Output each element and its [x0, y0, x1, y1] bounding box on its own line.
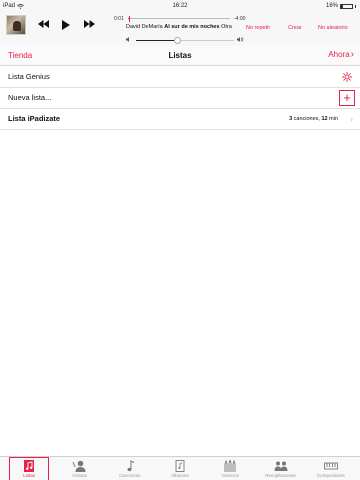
list-item-playlist[interactable]: Lista iPadizate 3 canciones, 12 min ›: [0, 109, 360, 130]
list-item-label: Lista Genius: [8, 72, 50, 81]
remaining-time: -4:00: [234, 16, 246, 22]
page-title: Listas: [168, 51, 192, 60]
artist-icon: [72, 460, 86, 472]
music-note-icon: [127, 460, 134, 472]
tab-albums[interactable]: Álbumes: [160, 457, 200, 480]
now-playing-label: Ahora: [328, 50, 350, 59]
genre-icon: [224, 460, 236, 472]
volume-high-icon: [237, 37, 244, 44]
artist-name: David DeMaría: [126, 24, 163, 30]
song-info: David DeMaría Al sur de mis noches Otra: [126, 24, 244, 30]
tab-composers[interactable]: Compositores: [311, 457, 351, 480]
elapsed-time: 0:01: [114, 16, 124, 22]
volume-track[interactable]: [136, 37, 234, 44]
status-time: 16:22: [172, 3, 188, 9]
album-icon: [175, 460, 185, 472]
plus-icon: +: [343, 90, 351, 105]
playlist-list: Lista Genius Nueva lista... + Lista iPad…: [0, 67, 360, 130]
playlist-icon: [24, 460, 35, 472]
play-icon: [62, 20, 70, 30]
tab-bar: Listas Artistas Canciones Álbumes Género…: [0, 456, 360, 480]
next-track-button[interactable]: [84, 20, 95, 31]
compilations-icon: [274, 461, 288, 471]
tab-label: Listas: [23, 473, 36, 478]
now-playing-bar: 0:01 -4:00 David DeMaría Al sur de mis n…: [0, 12, 360, 46]
album-name: Otra: [221, 24, 232, 30]
tab-label: Álbumes: [171, 473, 189, 478]
genius-icon[interactable]: [341, 71, 353, 83]
list-item-label: Lista iPadizate: [8, 114, 61, 123]
status-right: 16%: [326, 3, 356, 9]
progress-marker[interactable]: [129, 16, 131, 22]
chevron-right-icon: ›: [350, 114, 353, 124]
tab-songs[interactable]: Canciones: [110, 457, 150, 480]
tab-compilations[interactable]: Recopilaciones: [261, 457, 301, 480]
now-playing-button[interactable]: Ahora ›: [328, 48, 354, 60]
play-button[interactable]: [62, 20, 70, 33]
tab-artists[interactable]: Artistas: [59, 457, 99, 480]
volume-slider[interactable]: [126, 37, 244, 45]
volume-fill: [136, 40, 178, 41]
shuffle-button[interactable]: No aleatorio: [318, 25, 348, 31]
navigation-bar: Tienda Listas Ahora ›: [0, 46, 360, 66]
tab-label: Canciones: [119, 473, 141, 478]
battery-icon: [340, 3, 353, 9]
list-item-label: Nueva lista...: [8, 93, 52, 102]
tab-label: Artistas: [71, 473, 87, 478]
rewind-icon: [38, 20, 49, 28]
tab-genres[interactable]: Géneros: [210, 457, 250, 480]
repeat-button[interactable]: No repetir: [246, 25, 270, 31]
volume-low-icon: [126, 37, 131, 44]
album-art[interactable]: [6, 15, 26, 35]
store-button[interactable]: Tienda: [8, 51, 32, 60]
battery-percent: 16%: [325, 3, 338, 9]
song-title: Al sur de mis noches: [164, 24, 220, 30]
add-playlist-button[interactable]: +: [339, 90, 355, 106]
tab-label: Compositores: [316, 473, 345, 478]
composer-icon: [323, 462, 338, 470]
list-item-genius[interactable]: Lista Genius: [0, 67, 360, 88]
status-bar: iPad 16:22 16%: [0, 0, 360, 12]
previous-track-button[interactable]: [38, 20, 49, 31]
volume-knob[interactable]: [173, 37, 181, 44]
playlist-meta: 3 canciones, 12 min: [289, 116, 338, 122]
fast-forward-icon: [84, 20, 95, 28]
tab-label: Recopilaciones: [265, 473, 296, 478]
progress-scrubber[interactable]: [128, 16, 230, 22]
tab-playlists[interactable]: Listas: [9, 457, 50, 480]
tab-label: Géneros: [221, 473, 239, 478]
create-button[interactable]: Crear: [288, 25, 302, 31]
chevron-right-icon: ›: [350, 48, 354, 60]
list-item-new-playlist[interactable]: Nueva lista... +: [0, 88, 360, 109]
